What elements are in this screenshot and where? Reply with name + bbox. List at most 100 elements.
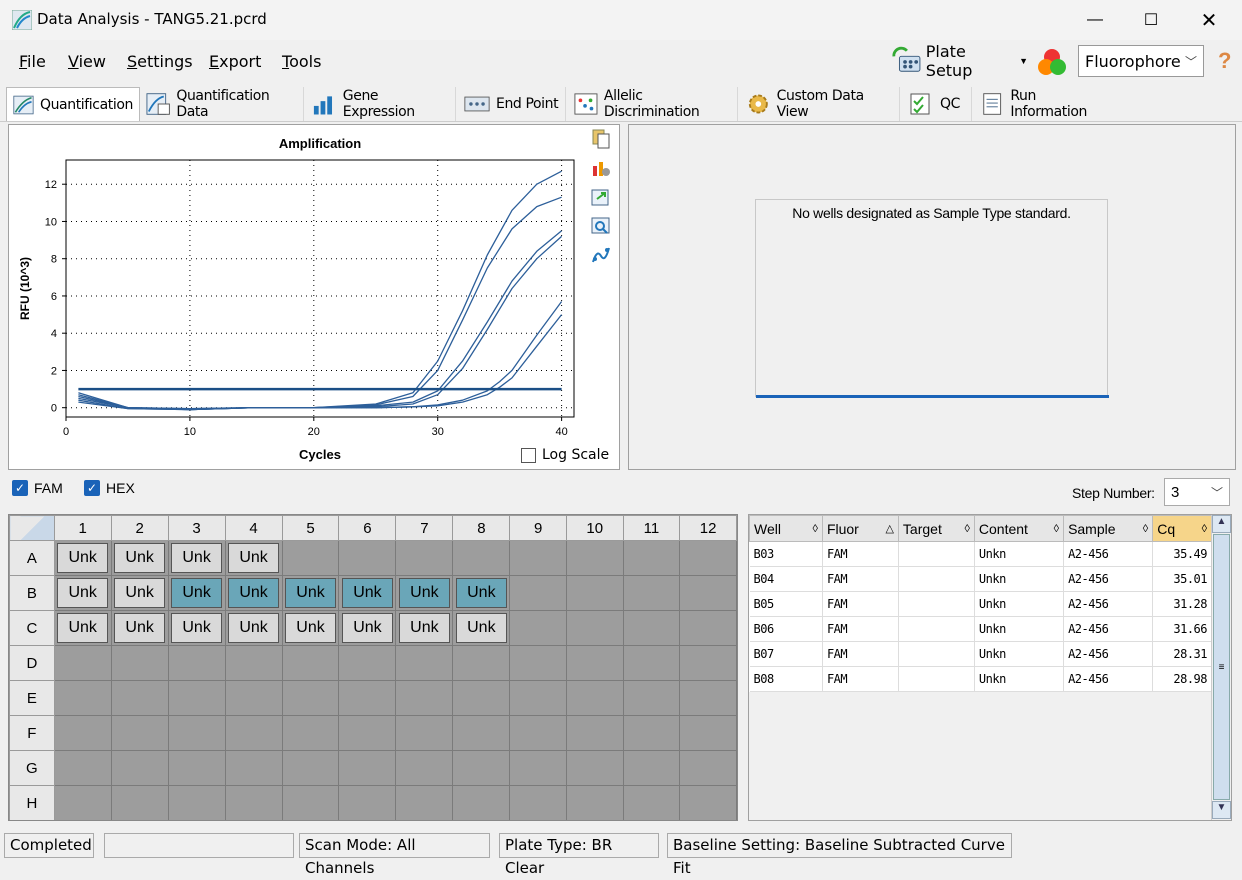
scroll-down-icon[interactable]: ▼ bbox=[1212, 801, 1231, 819]
plate-well[interactable]: Unk bbox=[53, 610, 112, 646]
plate-well-empty[interactable] bbox=[110, 715, 169, 751]
plate-well-empty[interactable] bbox=[565, 680, 624, 716]
plate-well-empty[interactable] bbox=[338, 540, 397, 576]
plate-row-header[interactable]: F bbox=[9, 715, 55, 751]
plate-row-header[interactable]: G bbox=[9, 750, 55, 786]
menu-view[interactable]: View bbox=[68, 52, 106, 71]
help-icon[interactable]: ? bbox=[1218, 48, 1231, 74]
plate-well[interactable]: Unk bbox=[395, 610, 454, 646]
log-scale-checkbox[interactable] bbox=[521, 447, 536, 463]
plate-well-empty[interactable] bbox=[565, 785, 624, 820]
plate-well-empty[interactable] bbox=[679, 750, 737, 786]
table-row[interactable]: B07 FAM Unkn A2-456 28.31 bbox=[749, 641, 1212, 667]
plate-well-empty[interactable] bbox=[395, 785, 454, 820]
fluorophore-dropdown[interactable]: Fluorophore ﹀ bbox=[1078, 45, 1204, 77]
plate-well-empty[interactable] bbox=[224, 785, 283, 820]
plate-well[interactable]: Unk bbox=[224, 610, 283, 646]
tab-gene-expression[interactable]: Gene Expression bbox=[306, 87, 456, 121]
tab-qc[interactable]: QC bbox=[902, 87, 972, 121]
plate-well-empty[interactable] bbox=[509, 575, 567, 611]
plate-well[interactable]: Unk bbox=[338, 575, 397, 611]
plate-col-header[interactable]: 6 bbox=[338, 515, 397, 541]
plate-well-empty[interactable] bbox=[565, 715, 624, 751]
plate-well-empty[interactable] bbox=[452, 540, 511, 576]
plate-well-empty[interactable] bbox=[53, 750, 112, 786]
plate-well-empty[interactable] bbox=[679, 785, 737, 820]
plate-well-empty[interactable] bbox=[224, 715, 283, 751]
plate-col-header[interactable]: 11 bbox=[622, 515, 681, 541]
menu-file[interactable]: File bbox=[19, 52, 46, 71]
plate-well-empty[interactable] bbox=[565, 575, 624, 611]
plate-well-empty[interactable] bbox=[281, 645, 340, 681]
plate-well-empty[interactable] bbox=[622, 750, 681, 786]
plate-col-header[interactable]: 3 bbox=[167, 515, 226, 541]
plate-well-empty[interactable] bbox=[338, 680, 397, 716]
plate-well-empty[interactable] bbox=[110, 750, 169, 786]
plate-well-empty[interactable] bbox=[281, 680, 340, 716]
plate-well-empty[interactable] bbox=[53, 715, 112, 751]
plate-well-empty[interactable] bbox=[167, 750, 226, 786]
plate-well-empty[interactable] bbox=[53, 645, 112, 681]
fam-toggle[interactable]: ✓ FAM bbox=[12, 480, 63, 496]
plate-col-header[interactable]: 9 bbox=[509, 515, 567, 541]
plate-corner[interactable] bbox=[9, 515, 55, 541]
plate-well-empty[interactable] bbox=[224, 750, 283, 786]
plate-well-empty[interactable] bbox=[509, 540, 567, 576]
plate-well-empty[interactable] bbox=[622, 575, 681, 611]
plate-well-empty[interactable] bbox=[452, 680, 511, 716]
plate-well-empty[interactable] bbox=[338, 645, 397, 681]
plate-well[interactable]: Unk bbox=[281, 575, 340, 611]
plate-well[interactable]: Unk bbox=[167, 610, 226, 646]
export-chart-icon[interactable] bbox=[591, 187, 611, 207]
plate-well-empty[interactable] bbox=[622, 715, 681, 751]
plate-well-empty[interactable] bbox=[509, 715, 567, 751]
plate-well[interactable]: Unk bbox=[338, 610, 397, 646]
plate-well-empty[interactable] bbox=[338, 785, 397, 820]
plate-well-empty[interactable] bbox=[622, 785, 681, 820]
plate-well-empty[interactable] bbox=[167, 680, 226, 716]
plate-well[interactable]: Unk bbox=[224, 575, 283, 611]
hex-toggle[interactable]: ✓ HEX bbox=[84, 480, 135, 496]
plate-row-header[interactable]: H bbox=[9, 785, 55, 820]
plate-well-empty[interactable] bbox=[395, 645, 454, 681]
results-col-header[interactable]: Target ◊ bbox=[897, 515, 975, 542]
plate-well-empty[interactable] bbox=[281, 750, 340, 786]
plate-well-empty[interactable] bbox=[110, 680, 169, 716]
minimize-button[interactable]: — bbox=[1072, 0, 1118, 40]
plate-well-empty[interactable] bbox=[679, 610, 737, 646]
plate-row-header[interactable]: A bbox=[9, 540, 55, 576]
plate-well-empty[interactable] bbox=[509, 610, 567, 646]
plate-well-empty[interactable] bbox=[679, 575, 737, 611]
plate-well-empty[interactable] bbox=[53, 785, 112, 820]
plate-well-empty[interactable] bbox=[622, 645, 681, 681]
plate-setup-button[interactable]: Plate Setup ▼ bbox=[892, 42, 1028, 80]
plate-well-empty[interactable] bbox=[167, 785, 226, 820]
plate-well-empty[interactable] bbox=[110, 645, 169, 681]
plate-well[interactable]: Unk bbox=[395, 575, 454, 611]
plate-col-header[interactable]: 10 bbox=[565, 515, 624, 541]
plate-well-empty[interactable] bbox=[452, 645, 511, 681]
results-col-header[interactable]: Cq ◊ bbox=[1152, 515, 1212, 542]
table-row[interactable]: B08 FAM Unkn A2-456 28.98 bbox=[749, 666, 1212, 692]
plate-well-empty[interactable] bbox=[224, 645, 283, 681]
plate-well-empty[interactable] bbox=[509, 645, 567, 681]
plate-well-empty[interactable] bbox=[452, 715, 511, 751]
plate-well-empty[interactable] bbox=[509, 680, 567, 716]
plate-well[interactable]: Unk bbox=[452, 575, 511, 611]
plate-well[interactable]: Unk bbox=[224, 540, 283, 576]
plate-well[interactable]: Unk bbox=[110, 540, 169, 576]
plate-well-empty[interactable] bbox=[509, 785, 567, 820]
plate-well-empty[interactable] bbox=[565, 610, 624, 646]
plate-well-empty[interactable] bbox=[281, 785, 340, 820]
menu-tools[interactable]: Tools bbox=[282, 52, 321, 71]
step-number-dropdown[interactable]: 3 ﹀ bbox=[1164, 478, 1230, 506]
plate-well[interactable]: Unk bbox=[110, 610, 169, 646]
plate-well-empty[interactable] bbox=[679, 715, 737, 751]
zoom-chart-icon[interactable] bbox=[591, 216, 611, 236]
plate-well-empty[interactable] bbox=[452, 750, 511, 786]
plate-well-empty[interactable] bbox=[338, 715, 397, 751]
tab-run-information[interactable]: Run Information bbox=[974, 87, 1116, 121]
results-col-header[interactable]: Sample ◊ bbox=[1063, 515, 1154, 542]
results-scrollbar[interactable]: ▲ ≡ ▼ bbox=[1211, 515, 1231, 820]
plate-well-empty[interactable] bbox=[565, 645, 624, 681]
